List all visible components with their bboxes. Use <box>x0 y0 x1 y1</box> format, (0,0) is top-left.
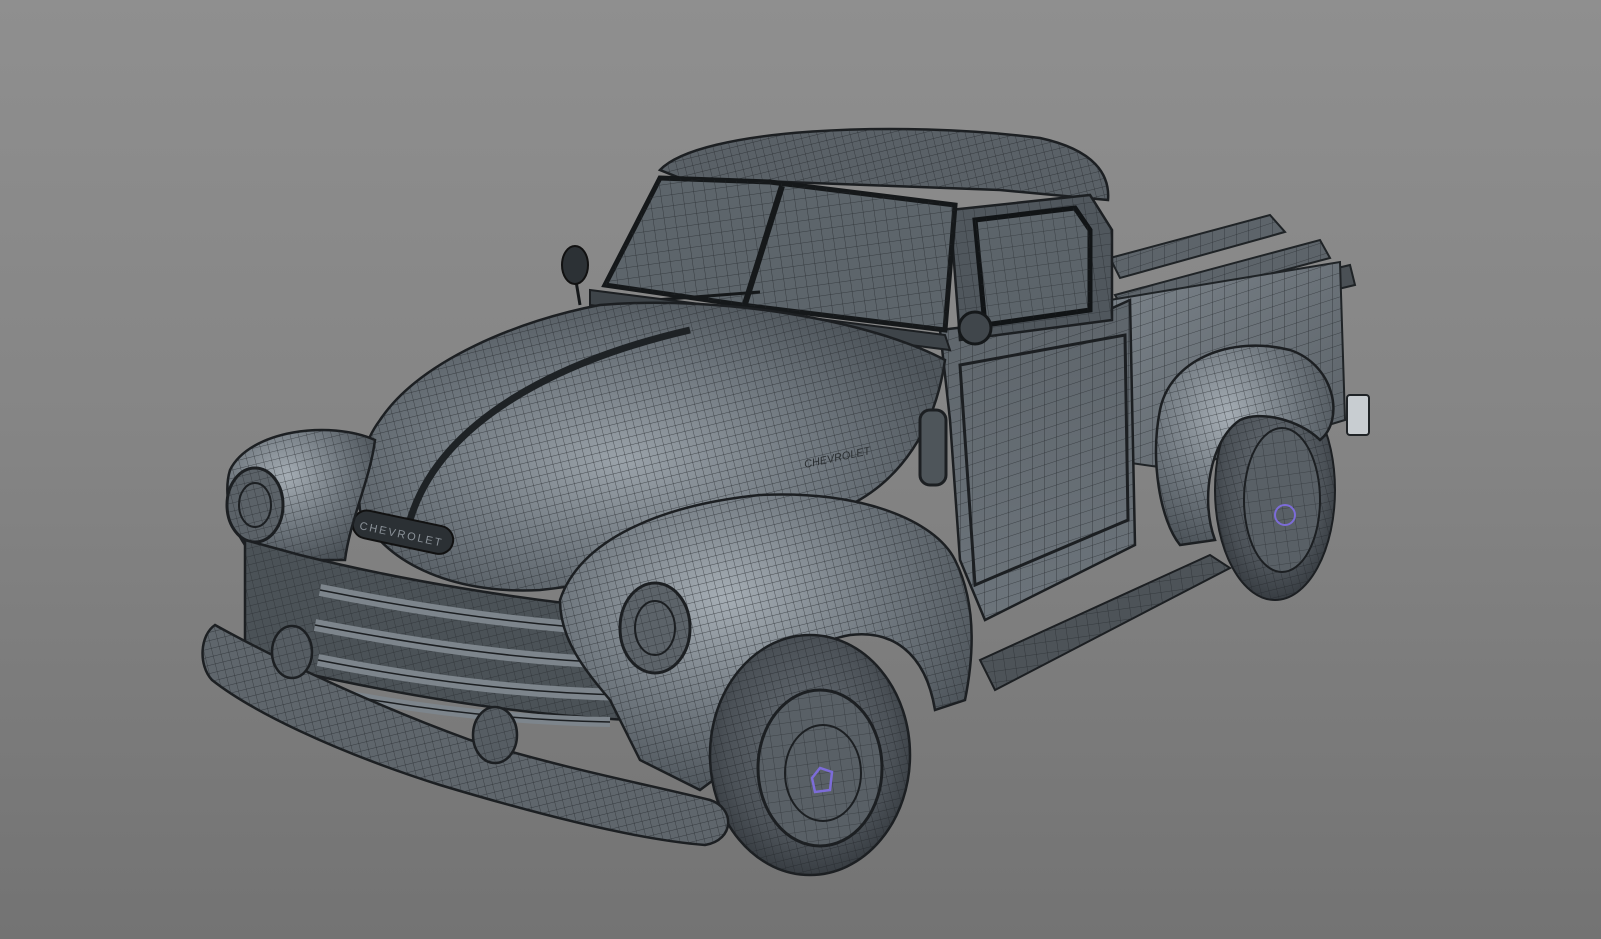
front-wheel <box>708 633 912 877</box>
truck-render: CHEVROLET CHEVROLET <box>201 127 1370 877</box>
3d-viewport[interactable]: CHEVROLET CHEVROLET <box>0 0 1601 939</box>
